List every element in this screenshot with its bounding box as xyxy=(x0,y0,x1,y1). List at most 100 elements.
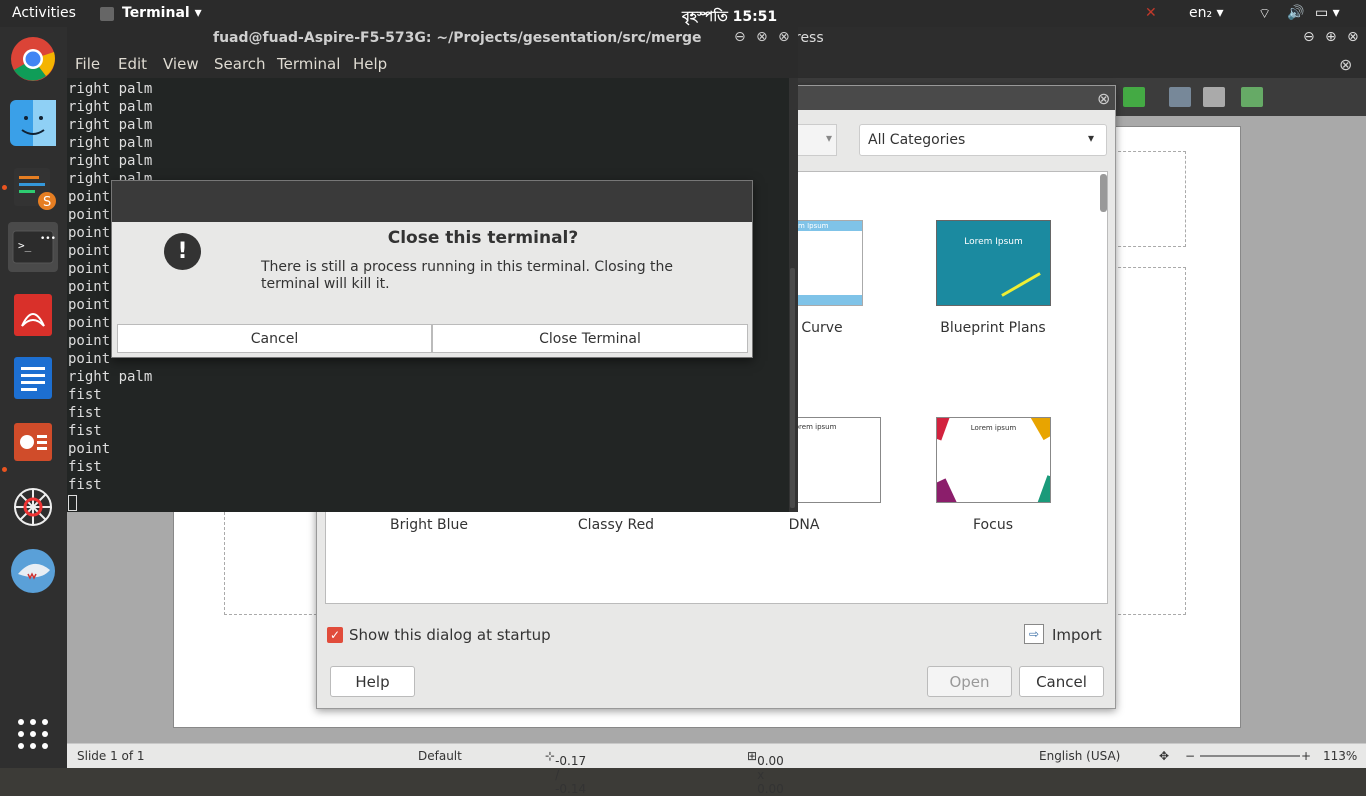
pencil-graphic xyxy=(1001,272,1041,297)
cursor-position: ⊹ -0.17 / -0.14 xyxy=(545,749,587,796)
wireshark-icon[interactable] xyxy=(8,546,58,596)
curve-band xyxy=(787,295,862,305)
app-menu-label: Terminal xyxy=(122,5,190,21)
running-indicator xyxy=(2,467,7,472)
svg-text:S: S xyxy=(43,195,51,210)
slide-layout-icon[interactable] xyxy=(1203,87,1225,107)
output-line: right palm xyxy=(68,81,153,97)
template-label: DNA xyxy=(788,517,820,533)
zoom-out-icon[interactable]: − xyxy=(1185,749,1195,763)
chrome-icon[interactable] xyxy=(8,34,58,84)
output-line: right palm xyxy=(68,99,153,115)
tray-app-icon[interactable]: ✕ xyxy=(1145,5,1157,21)
template-label: Blueprint Plans xyxy=(940,320,1046,336)
keyboard-indicator[interactable]: en₂ ▾ xyxy=(1189,5,1224,21)
template-thumb-blueprint[interactable]: Lorem Ipsum xyxy=(936,220,1051,306)
corner-accent xyxy=(1035,475,1050,502)
network-tool-icon[interactable] xyxy=(8,482,58,532)
minimize-icon[interactable]: ⊖ xyxy=(734,29,746,45)
open-button[interactable]: Open xyxy=(927,666,1012,697)
corner-accent xyxy=(937,478,959,502)
impress-title: ress xyxy=(795,30,824,46)
menu-view[interactable]: View xyxy=(163,55,199,73)
output-line: fist xyxy=(68,387,102,403)
close-icon[interactable]: ⊗ xyxy=(1097,89,1110,108)
menu-edit[interactable]: Edit xyxy=(118,55,147,73)
thumb-title: Lorem Ipsum xyxy=(964,237,1023,247)
impress-icon[interactable] xyxy=(8,417,58,467)
power-icon[interactable]: ▭ ▾ xyxy=(1315,5,1340,21)
zoom-level[interactable]: 113% xyxy=(1323,749,1357,763)
template-label: Classy Red xyxy=(577,517,655,533)
template-label: Bright Blue xyxy=(390,517,468,533)
scrollbar-thumb[interactable] xyxy=(790,268,795,508)
menu-help[interactable]: Help xyxy=(353,55,387,73)
duplicate-slide-icon[interactable] xyxy=(1169,87,1191,107)
terminal-cursor xyxy=(68,495,77,511)
output-line: fist xyxy=(68,477,102,493)
language[interactable]: English (USA) xyxy=(1039,749,1120,763)
dialog-header xyxy=(112,181,752,222)
display-grid-icon[interactable] xyxy=(1241,87,1263,107)
import-button[interactable]: Import xyxy=(1052,626,1102,644)
new-slide-icon[interactable] xyxy=(1123,87,1145,107)
object-size: ⊞ 0.00 x 0.00 xyxy=(747,749,784,796)
pdf-reader-icon[interactable] xyxy=(8,290,58,340)
minimize-icon[interactable]: ⊖ xyxy=(1303,29,1315,45)
grid-scrollbar[interactable] xyxy=(1100,174,1107,212)
terminal-menubar: File Edit View Search Terminal Help xyxy=(67,51,798,78)
menu-file[interactable]: File xyxy=(75,55,100,73)
terminal-icon[interactable]: >_ ••• xyxy=(8,222,58,272)
template-thumb-focus[interactable]: Lorem ipsum xyxy=(936,417,1051,503)
terminal-app-icon xyxy=(100,7,114,21)
chevron-down-icon: ▾ xyxy=(1088,131,1095,145)
clock[interactable]: বৃহস্পতি 15:51 xyxy=(682,5,777,29)
template-thumb-dna[interactable]: Lorem ipsum xyxy=(786,417,881,503)
menu-search[interactable]: Search xyxy=(214,55,266,73)
finder-icon[interactable] xyxy=(8,98,58,148)
chevron-down-icon: ▾ xyxy=(826,131,833,145)
output-line: right palm xyxy=(68,369,153,385)
zoom-in-icon[interactable]: + xyxy=(1301,749,1311,763)
terminal-scrollbar[interactable] xyxy=(789,78,798,512)
help-button[interactable]: Help xyxy=(330,666,415,697)
object-size-value: 0.00 x 0.00 xyxy=(757,754,784,796)
close-terminal-dialog: ! Close this terminal? There is still a … xyxy=(111,180,753,358)
app-menu[interactable]: Terminal ▾ xyxy=(122,5,202,21)
close-terminal-button[interactable]: Close Terminal xyxy=(432,324,748,353)
close-icon[interactable]: ⊗ xyxy=(1347,29,1359,45)
dialog-message: There is still a process running in this… xyxy=(261,259,674,292)
output-line: fist xyxy=(68,423,102,439)
cancel-button[interactable]: Cancel xyxy=(117,324,432,353)
output-line: fist xyxy=(68,405,102,421)
writer-icon[interactable] xyxy=(8,353,58,403)
slide-count: Slide 1 of 1 xyxy=(77,749,145,763)
layout-name: Default xyxy=(418,749,462,763)
fit-slide-icon[interactable]: ✥ xyxy=(1159,749,1169,763)
maximize-icon[interactable]: ⊗ xyxy=(756,29,768,45)
cursor-position-value: -0.17 / -0.14 xyxy=(555,754,587,796)
activities-button[interactable]: Activities xyxy=(12,5,76,21)
zoom-slider[interactable] xyxy=(1200,755,1300,757)
template-label: Focus xyxy=(973,517,1013,533)
close-document-icon[interactable]: ⊗ xyxy=(1339,55,1352,74)
thumb-title: Lorem ipsum xyxy=(970,424,1017,432)
running-indicator xyxy=(2,185,7,190)
close-icon[interactable]: ⊗ xyxy=(778,29,790,45)
startup-checkbox[interactable]: ✓ xyxy=(327,627,343,643)
menu-terminal[interactable]: Terminal xyxy=(277,55,340,73)
volume-icon[interactable]: 🔊 xyxy=(1287,5,1304,21)
output-line: right palm xyxy=(68,117,153,133)
code-editor-icon[interactable]: S xyxy=(8,162,58,212)
import-icon[interactable]: ⇨ xyxy=(1024,624,1044,644)
app-grid-icon[interactable] xyxy=(8,709,58,759)
status-bar: Slide 1 of 1 Default ⊹ -0.17 / -0.14 ⊞ 0… xyxy=(67,743,1366,796)
output-line: point xyxy=(68,441,111,457)
svg-text:>_: >_ xyxy=(18,239,32,252)
output-line: right palm xyxy=(68,153,153,169)
cancel-button[interactable]: Cancel xyxy=(1019,666,1104,697)
startup-label: Show this dialog at startup xyxy=(349,626,551,644)
wifi-icon[interactable]: ⌔ xyxy=(1258,5,1271,23)
category-dropdown[interactable]: All Categories ▾ xyxy=(859,124,1107,156)
maximize-icon[interactable]: ⊕ xyxy=(1325,29,1337,45)
